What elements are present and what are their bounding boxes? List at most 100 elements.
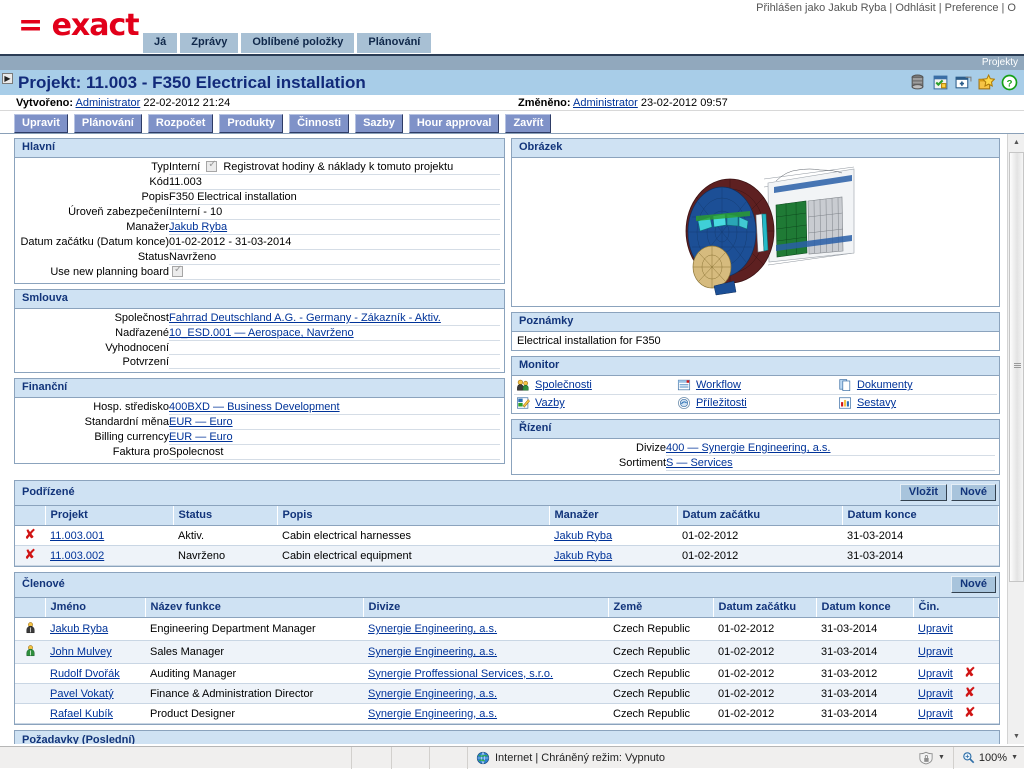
register-hours-checkbox[interactable]	[206, 161, 217, 172]
th-podrizene-projekt[interactable]: Projekt	[45, 506, 173, 526]
member-edit-link[interactable]: Upravit	[918, 623, 953, 635]
projekt-link[interactable]: 11.003.001	[50, 530, 104, 542]
th-clenove-jmeno[interactable]: Jméno	[45, 598, 145, 618]
member-division-link[interactable]: Synergie Engineering, a.s.	[368, 646, 497, 658]
member-name-link[interactable]: Rafael Kubík	[50, 708, 113, 720]
monitor-vazby-link[interactable]: Vazby	[535, 397, 565, 409]
stack-icon[interactable]	[909, 74, 926, 91]
spolecnost-link[interactable]: Fahrrad Deutschland A.G. - Germany - Zák…	[169, 312, 441, 324]
monitor-dokumenty-link[interactable]: Dokumenty	[857, 379, 913, 391]
th-podrizene-popis[interactable]: Popis	[277, 506, 549, 526]
delete-icon[interactable]: ✘	[964, 665, 976, 681]
podrizene-vlozit-button[interactable]: Vložit	[900, 484, 947, 501]
podrizene-delete-cell[interactable]: ✘	[15, 546, 45, 566]
podrizene-nove-button[interactable]: Nové	[951, 484, 996, 501]
monitor-link-prilezitosti[interactable]: Příležitosti	[675, 395, 836, 412]
clenove-icon-cell	[15, 684, 45, 704]
monitor-prilezitosti-link[interactable]: Příležitosti	[696, 397, 747, 409]
nav-tab-oblibene-polozky[interactable]: Oblíbené položky	[241, 33, 354, 53]
produkty-button[interactable]: Produkty	[219, 114, 283, 133]
member-name-link[interactable]: Jakub Ryba	[50, 623, 108, 635]
member-edit-link[interactable]: Upravit	[918, 688, 953, 700]
nav-tab-zpravy[interactable]: Zprávy	[180, 33, 238, 53]
clenove-nove-button[interactable]: Nové	[951, 576, 996, 593]
nav-tab-ja[interactable]: Já	[143, 33, 177, 53]
th-clenove-cin[interactable]: Čin.	[913, 598, 999, 618]
member-division-link[interactable]: Synergie Engineering, a.s.	[368, 708, 497, 720]
monitor-link-sestavy[interactable]: Sestavy	[836, 395, 997, 412]
hosp-stredisko-link[interactable]: 400BXD — Business Development	[169, 401, 340, 413]
member-division-link[interactable]: Synergie Engineering, a.s.	[368, 688, 497, 700]
monitor-spolecnosti-link[interactable]: Společnosti	[535, 379, 592, 391]
scroll-down-arrow-icon[interactable]: ▼	[1008, 728, 1024, 744]
delete-icon[interactable]: ✘	[964, 705, 976, 721]
member-name-link[interactable]: Rudolf Dvořák	[50, 668, 120, 680]
th-clenove-icon[interactable]	[15, 598, 45, 618]
member-name-link[interactable]: John Mulvey	[50, 646, 112, 658]
divize-link[interactable]: 400 — Synergie Engineering, a.s.	[666, 442, 831, 454]
delete-icon[interactable]: ✘	[964, 685, 976, 701]
hour-approval-button[interactable]: Hour approval	[409, 114, 500, 133]
zoom-dropdown-caret-icon[interactable]: ▼	[1011, 754, 1018, 761]
th-podrizene-actions[interactable]	[15, 506, 45, 526]
podrizene-delete-cell[interactable]: ✘	[15, 526, 45, 546]
monitor-link-workflow[interactable]: Workflow	[675, 377, 836, 395]
monitor-sestavy-link[interactable]: Sestavy	[857, 397, 896, 409]
th-podrizene-status[interactable]: Status	[173, 506, 277, 526]
user-session-bar[interactable]: Přihlášen jako Jakub Ryba | Odhlásit | P…	[756, 2, 1016, 14]
member-name-link[interactable]: Pavel Vokatý	[50, 688, 114, 700]
vertical-scrollbar[interactable]: ▲ ▼	[1007, 134, 1024, 744]
privacy-shield-icon[interactable]	[918, 751, 934, 765]
th-podrizene-datum-zacatku[interactable]: Datum začátku	[677, 506, 842, 526]
delete-icon[interactable]: ✘	[24, 527, 36, 543]
th-clenove-datum-konce[interactable]: Datum konce	[816, 598, 913, 618]
projekt-link[interactable]: 11.003.002	[50, 550, 104, 562]
checklist-icon[interactable]	[932, 74, 949, 91]
standardni-mena-link[interactable]: EUR — Euro	[169, 416, 233, 428]
favorite-star-icon[interactable]	[978, 74, 995, 91]
privacy-dropdown-caret-icon[interactable]: ▼	[938, 754, 945, 761]
sortiment-link[interactable]: S — Services	[666, 457, 733, 469]
cinnosti-button[interactable]: Činnosti	[289, 114, 349, 133]
zoom-magnifier-icon[interactable]	[962, 751, 975, 764]
planning-board-checkbox[interactable]	[172, 266, 183, 277]
member-edit-link[interactable]: Upravit	[918, 646, 953, 658]
th-podrizene-datum-konce[interactable]: Datum konce	[842, 506, 999, 526]
nadrazene-link[interactable]: 10_ESD.001 — Aerospace, Navrženo	[169, 327, 354, 339]
new-window-icon[interactable]	[955, 74, 972, 91]
th-clenove-nazev-funkce[interactable]: Název funkce	[145, 598, 363, 618]
upravit-button[interactable]: Upravit	[14, 114, 68, 133]
manazer-link[interactable]: Jakub Ryba	[554, 530, 612, 542]
scrollbar-thumb[interactable]	[1009, 152, 1024, 582]
billing-currency-link[interactable]: EUR — Euro	[169, 431, 233, 443]
created-user-link[interactable]: Administrator	[76, 97, 141, 109]
zoom-level-text[interactable]: 100%	[979, 752, 1007, 764]
podrizene-end-cell: 31-03-2014	[842, 526, 999, 546]
th-clenove-zeme[interactable]: Země	[608, 598, 713, 618]
monitor-link-spolecnosti[interactable]: Společnosti	[514, 377, 675, 395]
th-clenove-divize[interactable]: Divize	[363, 598, 608, 618]
help-icon[interactable]: ?	[1001, 74, 1018, 91]
security-zone-indicator[interactable]: Internet | Chráněný režim: Vypnuto	[468, 751, 665, 765]
planovani-button[interactable]: Plánování	[74, 114, 142, 133]
th-podrizene-manazer[interactable]: Manažer	[549, 506, 677, 526]
sazby-button[interactable]: Sazby	[355, 114, 403, 133]
monitor-link-dokumenty[interactable]: Dokumenty	[836, 377, 997, 395]
rozpocet-button[interactable]: Rozpočet	[148, 114, 214, 133]
th-clenove-datum-zacatku[interactable]: Datum začátku	[713, 598, 816, 618]
changed-user-link[interactable]: Administrator	[573, 97, 638, 109]
nav-tab-planovani[interactable]: Plánování	[357, 33, 431, 53]
field-nadrazene-value: 10_ESD.001 — Aerospace, Navrženo	[169, 326, 500, 341]
member-edit-link[interactable]: Upravit	[918, 668, 953, 680]
delete-icon[interactable]: ✘	[24, 547, 36, 563]
manazer-link[interactable]: Jakub Ryba	[169, 221, 227, 233]
monitor-workflow-link[interactable]: Workflow	[696, 379, 741, 391]
member-division-link[interactable]: Synergie Proffessional Services, s.r.o.	[368, 668, 553, 680]
scroll-up-arrow-icon[interactable]: ▲	[1008, 134, 1024, 151]
monitor-link-vazby[interactable]: Vazby	[514, 395, 675, 412]
sidebar-expander-icon[interactable]: ▶	[2, 73, 13, 84]
manazer-link[interactable]: Jakub Ryba	[554, 550, 612, 562]
member-edit-link[interactable]: Upravit	[918, 708, 953, 720]
zavrit-button[interactable]: Zavřít	[505, 114, 551, 133]
member-division-link[interactable]: Synergie Engineering, a.s.	[368, 623, 497, 635]
